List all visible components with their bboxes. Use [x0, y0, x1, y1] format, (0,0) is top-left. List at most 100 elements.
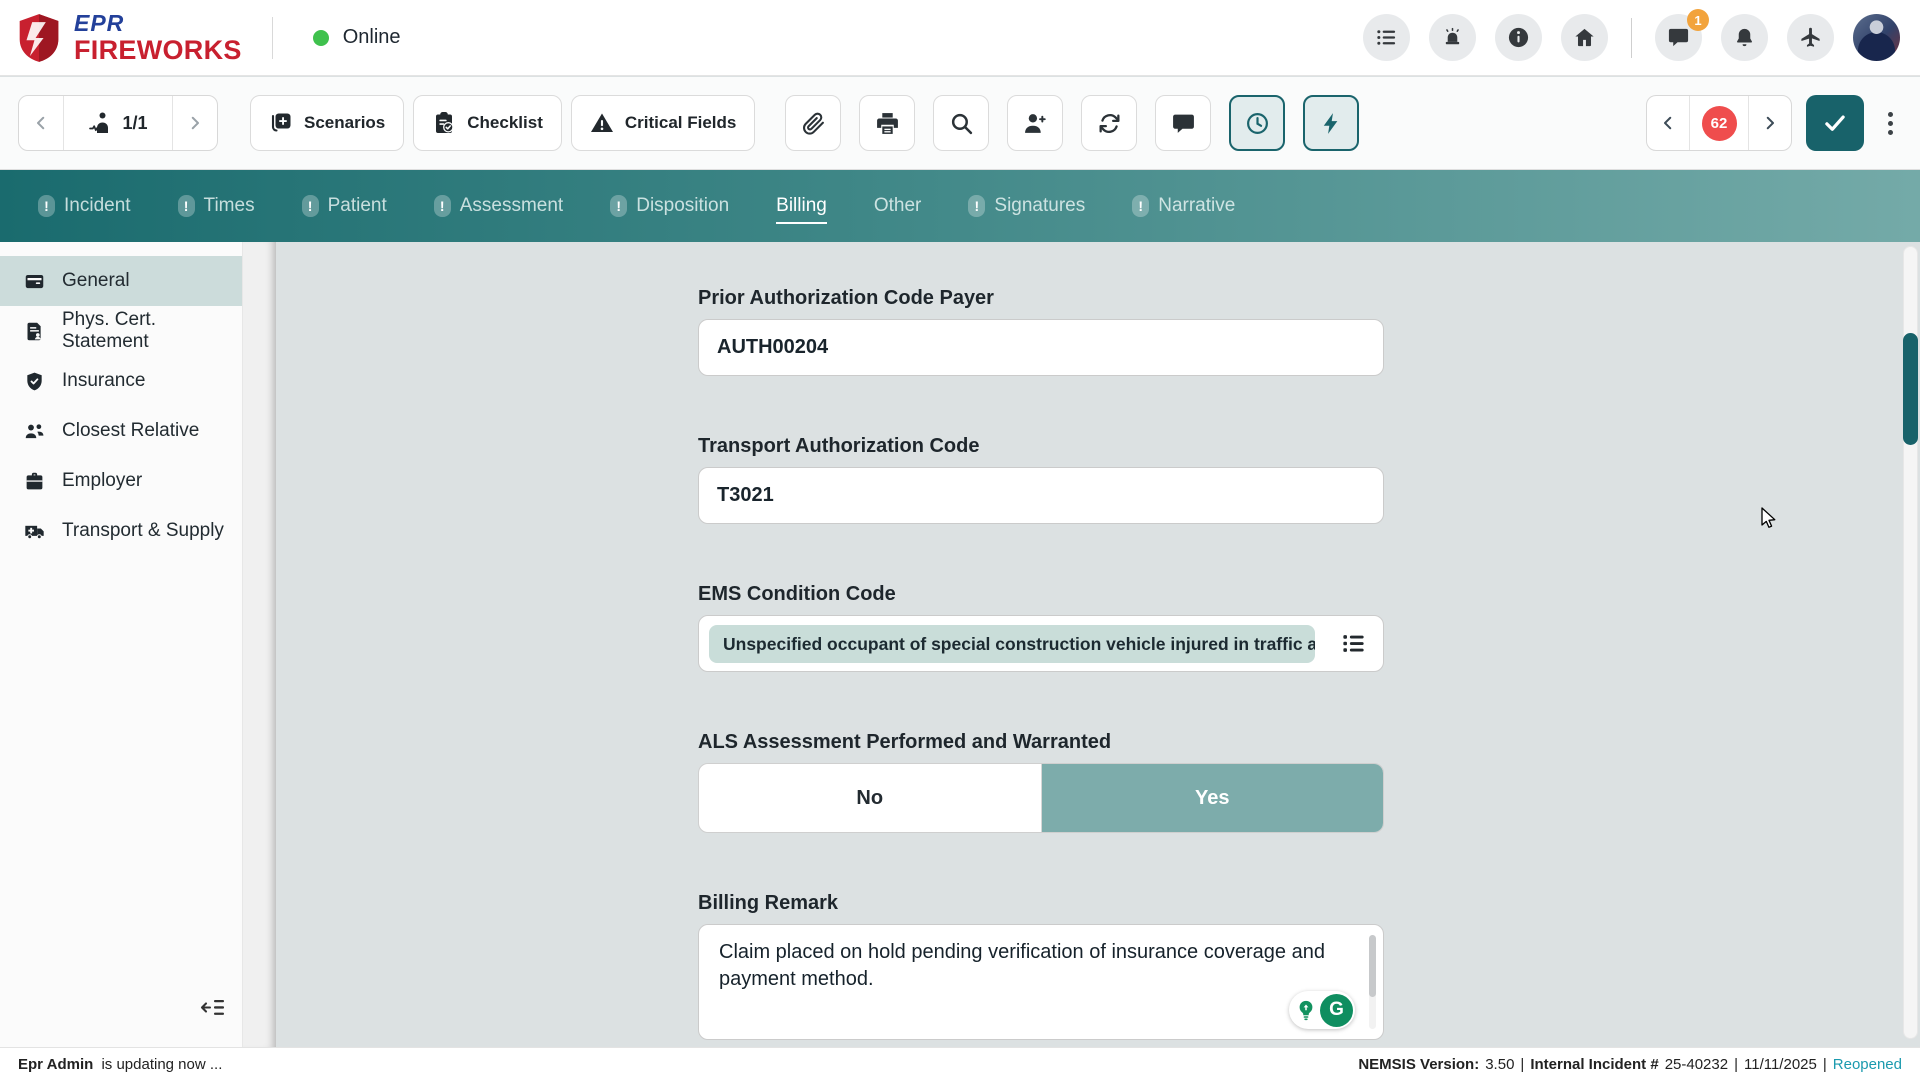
field-label: Prior Authorization Code Payer	[698, 287, 1384, 310]
textarea-scrollbar-thumb[interactable]	[1369, 935, 1376, 997]
open-list-button[interactable]	[1340, 630, 1367, 657]
record-next-button[interactable]	[1749, 96, 1791, 150]
checklist-icon	[432, 111, 456, 135]
quick-actions-button[interactable]	[1303, 95, 1359, 151]
sidebar-item-employer[interactable]: Employer	[0, 456, 242, 506]
more-options-button[interactable]	[1878, 95, 1902, 151]
sidebar-item-label: Phys. Cert. Statement	[62, 309, 242, 353]
add-person-icon	[1023, 111, 1048, 136]
tab-signatures[interactable]: Signatures	[968, 195, 1085, 217]
search-button[interactable]	[933, 95, 989, 151]
record-count-badge[interactable]: 62	[1702, 106, 1737, 141]
content-area: General Phys. Cert. Statement Insurance	[0, 242, 1920, 1047]
home-button[interactable]	[1561, 14, 1608, 61]
info-icon	[1507, 26, 1530, 49]
sidebar-item-general[interactable]: General	[0, 256, 242, 306]
activity-text: is updating now ...	[101, 1056, 222, 1073]
alert-icon	[968, 195, 985, 217]
tab-times[interactable]: Times	[178, 195, 255, 217]
sync-button[interactable]	[1081, 95, 1137, 151]
menu-list-button[interactable]	[1363, 14, 1410, 61]
tab-billing[interactable]: Billing	[776, 195, 827, 217]
page-scrollbar-thumb[interactable]	[1903, 333, 1918, 445]
als-option-yes[interactable]: Yes	[1042, 764, 1384, 832]
active-user: Epr Admin	[18, 1056, 93, 1073]
time-log-button[interactable]	[1229, 95, 1285, 151]
siren-button[interactable]	[1429, 14, 1476, 61]
patient-counter[interactable]: 1/1	[64, 96, 172, 150]
record-nav: 62	[1646, 95, 1792, 151]
section-tabbar: Incident Times Patient Assessment Dispos…	[0, 170, 1920, 242]
als-option-no[interactable]: No	[699, 764, 1042, 832]
lightning-icon	[1319, 111, 1344, 136]
billing-remark-textarea[interactable]: Claim placed on hold pending verificatio…	[698, 924, 1384, 1040]
sidebar-item-closest-relative[interactable]: Closest Relative	[0, 406, 242, 456]
record-meta: NEMSIS Version: 3.50 | Internal Incident…	[1358, 1056, 1902, 1073]
tab-assessment[interactable]: Assessment	[434, 195, 563, 217]
patient-next-button[interactable]	[173, 96, 217, 150]
online-label: Online	[343, 26, 401, 49]
record-state-badge: Reopened	[1833, 1056, 1902, 1073]
sidebar-collapse-button[interactable]	[200, 998, 230, 1020]
sidebar-item-label: General	[62, 270, 130, 292]
menu-list-icon	[1375, 26, 1398, 49]
confirm-button[interactable]	[1806, 95, 1864, 151]
user-avatar[interactable]	[1853, 14, 1900, 61]
app-header: EPR FIREWORKS Online	[0, 0, 1920, 76]
chevron-right-icon	[1761, 114, 1779, 132]
notifications-icon	[1733, 26, 1756, 49]
ems-condition-chip: Unspecified occupant of special construc…	[709, 625, 1315, 663]
online-dot	[313, 30, 329, 46]
sidebar-item-label: Employer	[62, 470, 142, 492]
ambulance-icon	[24, 521, 45, 542]
sidebar-item-insurance[interactable]: Insurance	[0, 356, 242, 406]
field-label: Billing Remark	[698, 892, 1384, 915]
transport-auth-input[interactable]: T3021	[698, 467, 1384, 524]
sidebar-item-label: Closest Relative	[62, 420, 199, 442]
checklist-button[interactable]: Checklist	[413, 95, 562, 151]
print-button[interactable]	[859, 95, 915, 151]
critical-fields-button[interactable]: Critical Fields	[571, 95, 755, 151]
messages-button[interactable]: 1	[1655, 14, 1702, 61]
lightbulb-icon	[1295, 999, 1317, 1021]
tab-other[interactable]: Other	[874, 195, 922, 217]
add-person-button[interactable]	[1007, 95, 1063, 151]
separator: |	[1823, 1056, 1827, 1073]
attachment-button[interactable]	[785, 95, 841, 151]
ems-condition-lookup[interactable]: Unspecified occupant of special construc…	[698, 615, 1384, 672]
briefcase-icon	[24, 471, 45, 492]
nemsis-value: 3.50	[1485, 1056, 1514, 1073]
siren-icon	[1441, 26, 1464, 49]
grammar-assistant-widget	[1289, 991, 1355, 1029]
sidebar-item-transport-supply[interactable]: Transport & Supply	[0, 506, 242, 556]
page-scrollbar[interactable]	[1903, 246, 1918, 1039]
flight-mode-button[interactable]	[1787, 14, 1834, 61]
critical-fields-label: Critical Fields	[625, 113, 736, 133]
checklist-label: Checklist	[467, 113, 543, 133]
scenarios-button[interactable]: Scenarios	[250, 95, 404, 151]
grammarly-icon[interactable]	[1320, 994, 1353, 1027]
connection-status: Online	[313, 26, 401, 49]
field-als-assessment: ALS Assessment Performed and Warranted N…	[698, 731, 1384, 833]
tab-incident[interactable]: Incident	[38, 195, 131, 217]
logo-text-fireworks: FIREWORKS	[74, 37, 242, 64]
separator: |	[1520, 1056, 1524, 1073]
record-prev-button[interactable]	[1647, 96, 1689, 150]
scenarios-icon	[269, 111, 293, 135]
warning-triangle-icon	[590, 111, 614, 135]
transport-auth-value: T3021	[717, 484, 774, 507]
tab-disposition[interactable]: Disposition	[610, 195, 729, 217]
patient-prev-button[interactable]	[19, 96, 63, 150]
billing-remark-value: Claim placed on hold pending verificatio…	[719, 941, 1325, 990]
tab-patient[interactable]: Patient	[302, 195, 387, 217]
notifications-button[interactable]	[1721, 14, 1768, 61]
sidebar-item-phys-cert-statement[interactable]: Phys. Cert. Statement	[0, 306, 242, 356]
prior-auth-input[interactable]: AUTH00204	[698, 319, 1384, 376]
header-divider	[272, 17, 273, 59]
suggestion-bulb-icon[interactable]	[1295, 999, 1317, 1021]
comment-button[interactable]	[1155, 95, 1211, 151]
patient-count-label: 1/1	[122, 113, 147, 134]
info-button[interactable]	[1495, 14, 1542, 61]
incident-label: Internal Incident #	[1530, 1056, 1658, 1073]
tab-narrative[interactable]: Narrative	[1132, 195, 1235, 217]
